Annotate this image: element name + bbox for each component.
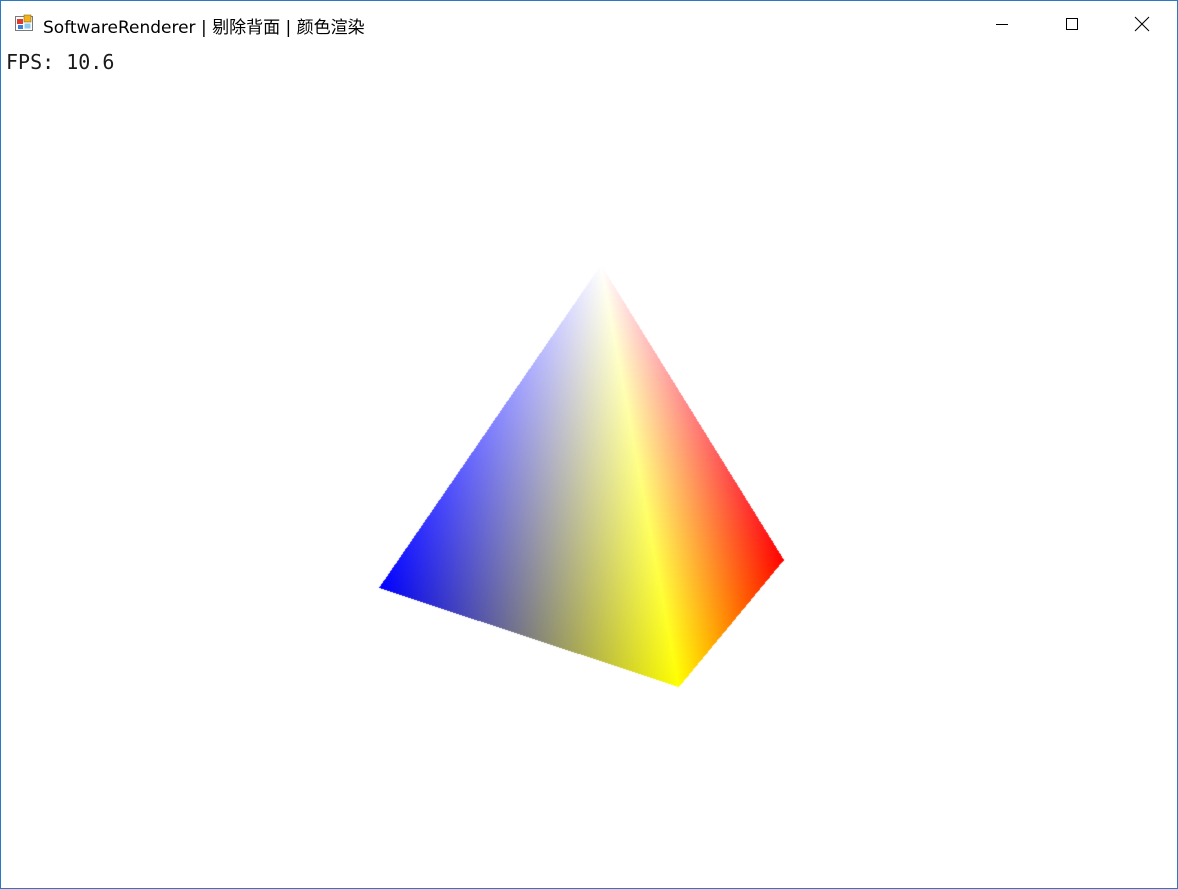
tetrahedron-render bbox=[1, 47, 1177, 888]
maximize-button[interactable] bbox=[1037, 1, 1107, 47]
minimize-icon bbox=[996, 24, 1008, 25]
fps-counter: FPS: 10.6 bbox=[6, 50, 115, 74]
minimize-button[interactable] bbox=[967, 1, 1037, 47]
maximize-icon bbox=[1066, 18, 1078, 30]
window-title: SoftwareRenderer | 剔除背面 | 颜色渲染 bbox=[43, 18, 365, 38]
title-bar[interactable]: SoftwareRenderer | 剔除背面 | 颜色渲染 bbox=[1, 1, 1177, 47]
renderer-window: SoftwareRenderer | 剔除背面 | 颜色渲染 FPS: 10.6 bbox=[0, 0, 1178, 889]
render-viewport[interactable]: FPS: 10.6 bbox=[1, 47, 1177, 888]
close-icon bbox=[1134, 16, 1150, 32]
app-window-icon[interactable] bbox=[15, 14, 33, 32]
close-button[interactable] bbox=[1107, 1, 1177, 47]
